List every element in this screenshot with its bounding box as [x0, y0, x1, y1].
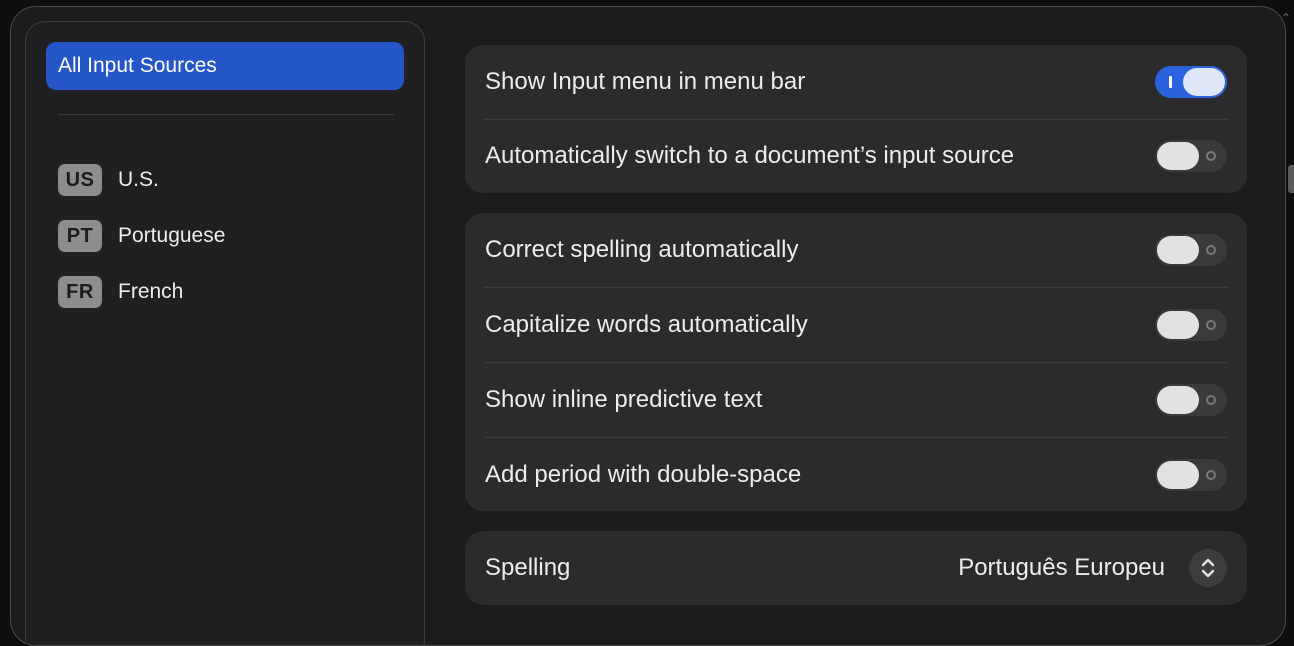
- input-source-badge: US: [58, 164, 102, 196]
- correct-spelling-label: Correct spelling automatically: [485, 236, 799, 263]
- sidebar-item-us[interactable]: US U.S.: [58, 162, 388, 198]
- toggle-knob: [1157, 311, 1199, 339]
- add-period-toggle[interactable]: [1155, 459, 1227, 491]
- toggle-off-mark-icon: [1206, 395, 1216, 405]
- sidebar-item-french[interactable]: FR French: [58, 274, 388, 310]
- input-source-badge: PT: [58, 220, 102, 252]
- toggle-knob: [1157, 142, 1199, 170]
- show-input-menu-row: Show Input menu in menu bar: [485, 45, 1227, 119]
- auto-switch-toggle[interactable]: [1155, 140, 1227, 172]
- chevron-updown-icon[interactable]: [1189, 549, 1227, 587]
- sidebar-divider: [58, 114, 394, 115]
- scrollbar-thumb[interactable]: [1288, 165, 1294, 193]
- toggle-knob: [1157, 386, 1199, 414]
- add-period-label: Add period with double-space: [485, 461, 802, 488]
- input-source-label: French: [118, 280, 184, 303]
- toggle-knob: [1157, 236, 1199, 264]
- add-period-row: Add period with double-space: [485, 438, 1227, 512]
- capitalize-words-label: Capitalize words automatically: [485, 311, 808, 338]
- auto-switch-label: Automatically switch to a document’s inp…: [485, 142, 1015, 169]
- show-input-menu-toggle[interactable]: [1155, 66, 1227, 98]
- toggle-off-mark-icon: [1206, 151, 1216, 161]
- capitalize-words-toggle[interactable]: [1155, 309, 1227, 341]
- input-source-badge: FR: [58, 276, 102, 308]
- input-source-label: Portuguese: [118, 224, 226, 247]
- toggle-knob: [1183, 68, 1225, 96]
- spelling-group: Spelling Português Europeu: [465, 531, 1247, 605]
- toggle-off-mark-icon: [1206, 320, 1216, 330]
- capitalize-words-row: Capitalize words automatically: [485, 288, 1227, 362]
- spelling-language-popup[interactable]: Português Europeu: [958, 549, 1227, 587]
- inline-predictive-row: Show inline predictive text: [485, 363, 1227, 437]
- spelling-language-value: Português Europeu: [958, 554, 1165, 581]
- text-correction-group: Correct spelling automatically Capitaliz…: [465, 213, 1247, 511]
- auto-switch-row: Automatically switch to a document’s inp…: [485, 119, 1227, 193]
- correct-spelling-row: Correct spelling automatically: [485, 213, 1227, 287]
- settings-window: All Input Sources US U.S. PT Portuguese …: [10, 6, 1286, 646]
- input-menu-group: Show Input menu in menu bar Automaticall…: [465, 45, 1247, 193]
- inline-predictive-toggle[interactable]: [1155, 384, 1227, 416]
- toggle-off-mark-icon: [1206, 470, 1216, 480]
- sidebar-item-portuguese[interactable]: PT Portuguese: [58, 218, 388, 254]
- input-source-label: U.S.: [118, 168, 159, 191]
- input-sources-sidebar: All Input Sources US U.S. PT Portuguese …: [25, 21, 425, 645]
- spelling-label: Spelling: [485, 554, 571, 581]
- toggle-knob: [1157, 461, 1199, 489]
- spelling-row: Spelling Português Europeu: [485, 531, 1227, 605]
- toggle-on-mark-icon: [1169, 76, 1172, 88]
- correct-spelling-toggle[interactable]: [1155, 234, 1227, 266]
- toggle-off-mark-icon: [1206, 245, 1216, 255]
- show-input-menu-label: Show Input menu in menu bar: [485, 68, 806, 95]
- sidebar-item-all-input-sources[interactable]: All Input Sources: [46, 42, 404, 90]
- inline-predictive-label: Show inline predictive text: [485, 386, 763, 413]
